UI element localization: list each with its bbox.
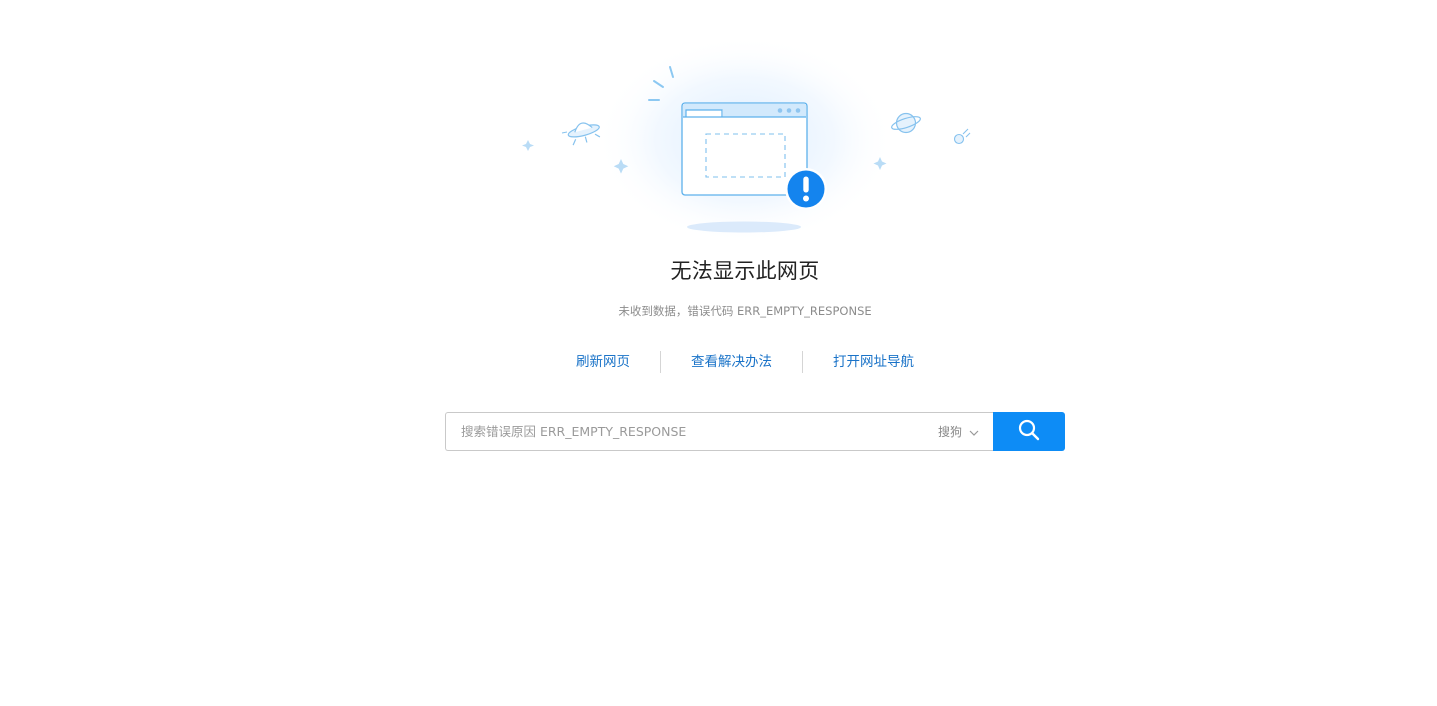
error-message: 未收到数据，错误代码 ERR_EMPTY_RESPONSE <box>618 304 872 318</box>
search-input[interactable] <box>446 414 928 449</box>
action-divider <box>660 351 661 373</box>
search-button[interactable] <box>993 412 1065 451</box>
search-bar: 搜狗 <box>445 412 1065 451</box>
comet-icon <box>953 128 971 145</box>
error-illustration <box>510 40 980 245</box>
shadow-ellipse <box>687 221 801 233</box>
error-title: 无法显示此网页 <box>670 259 820 283</box>
search-box: 搜狗 <box>445 412 993 451</box>
search-icon <box>1018 419 1040 444</box>
chevron-down-icon <box>969 425 979 439</box>
error-page: 无法显示此网页 未收到数据，错误代码 ERR_EMPTY_RESPONSE 刷新… <box>0 0 1437 706</box>
search-engine-select[interactable]: 搜狗 <box>928 414 993 449</box>
alert-icon <box>785 168 827 210</box>
search-engine-label: 搜狗 <box>937 425 962 439</box>
action-divider <box>802 351 803 373</box>
view-solutions-link[interactable]: 查看解决办法 <box>691 350 772 374</box>
error-actions: 刷新网页 查看解决办法 打开网址导航 <box>0 350 1437 374</box>
planet-icon <box>891 112 921 134</box>
open-navigation-link[interactable]: 打开网址导航 <box>833 350 914 374</box>
refresh-page-link[interactable]: 刷新网页 <box>576 350 630 374</box>
